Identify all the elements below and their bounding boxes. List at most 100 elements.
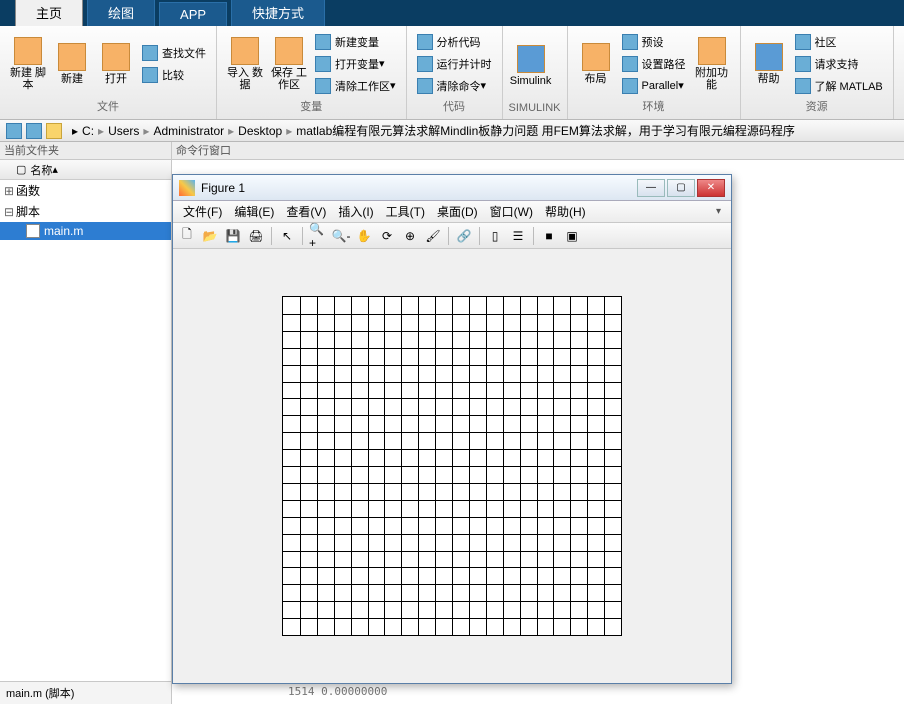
help-button[interactable]: 帮助 bbox=[747, 30, 791, 97]
matlab-logo-icon bbox=[179, 180, 195, 196]
menu-insert[interactable]: 插入(I) bbox=[338, 203, 373, 220]
colorbar-icon[interactable]: ▯ bbox=[485, 226, 505, 246]
find-files-button[interactable]: 查找文件 bbox=[138, 42, 210, 64]
compare-icon bbox=[142, 67, 158, 83]
menu-view[interactable]: 查看(V) bbox=[286, 203, 326, 220]
menu-file[interactable]: 文件(F) bbox=[183, 203, 222, 220]
tab-home[interactable]: 主页 bbox=[15, 0, 83, 26]
hide-tools-icon[interactable]: ■ bbox=[539, 226, 559, 246]
output-line: 1514 0.00000000 bbox=[288, 685, 387, 698]
new-variable-button[interactable]: 新建变量 bbox=[311, 31, 400, 53]
simulink-group-label: SIMULINK bbox=[509, 101, 561, 115]
ribbon-toolbar: 新建 脚本 新建 打开 查找文件 比较 文件 导入 数据 保存 工作区 新建变量… bbox=[0, 26, 904, 120]
figure-titlebar[interactable]: Figure 1 — ▢ ✕ bbox=[173, 175, 731, 201]
open-button[interactable]: 打开 bbox=[94, 30, 138, 97]
new-script-icon bbox=[14, 37, 42, 65]
plot-axes[interactable] bbox=[173, 249, 731, 683]
open-figure-icon[interactable]: 📂 bbox=[200, 226, 220, 246]
current-folder-label: 当前文件夹 bbox=[0, 142, 172, 159]
tree-folder-functions[interactable]: ⊞函数 bbox=[0, 180, 171, 201]
zoom-in-icon[interactable]: 🔍+ bbox=[308, 226, 328, 246]
new-script-button[interactable]: 新建 脚本 bbox=[6, 30, 50, 97]
up-icon[interactable] bbox=[46, 123, 62, 139]
brush-icon[interactable]: 🖌 bbox=[423, 226, 443, 246]
print-icon[interactable]: 🖨 bbox=[246, 226, 266, 246]
zoom-out-icon[interactable]: 🔍- bbox=[331, 226, 351, 246]
layout-icon bbox=[582, 43, 610, 71]
figure-title: Figure 1 bbox=[201, 181, 637, 195]
learn-icon bbox=[795, 78, 811, 94]
minimize-button[interactable]: — bbox=[637, 179, 665, 197]
figure-menubar: 文件(F) 编辑(E) 查看(V) 插入(I) 工具(T) 桌面(D) 窗口(W… bbox=[173, 201, 731, 223]
menu-tools[interactable]: 工具(T) bbox=[386, 203, 425, 220]
import-data-button[interactable]: 导入 数据 bbox=[223, 30, 267, 97]
tree-folder-scripts[interactable]: ⊟脚本 bbox=[0, 201, 171, 222]
eraser-icon bbox=[315, 78, 331, 94]
show-tools-icon[interactable]: ▣ bbox=[562, 226, 582, 246]
eraser-icon bbox=[417, 78, 433, 94]
save-workspace-button[interactable]: 保存 工作区 bbox=[267, 30, 311, 97]
address-toolbar: ▸ C:▸ Users▸ Administrator▸ Desktop▸ mat… bbox=[0, 120, 904, 142]
tab-plots[interactable]: 绘图 bbox=[87, 0, 155, 26]
compare-button[interactable]: 比较 bbox=[138, 64, 210, 86]
menu-overflow-icon[interactable]: ▾ bbox=[716, 206, 721, 217]
file-group-label: 文件 bbox=[6, 97, 210, 115]
folder-open-icon bbox=[102, 43, 130, 71]
pointer-icon[interactable]: ↖ bbox=[277, 226, 297, 246]
menu-edit[interactable]: 编辑(E) bbox=[234, 203, 274, 220]
search-icon bbox=[142, 45, 158, 61]
command-window-label: 命令行窗口 bbox=[172, 142, 904, 159]
simulink-button[interactable]: Simulink bbox=[509, 30, 553, 101]
new-button[interactable]: 新建 bbox=[50, 30, 94, 97]
clear-commands-button[interactable]: 清除命令 ▾ bbox=[413, 75, 496, 97]
addon-icon bbox=[698, 37, 726, 65]
learn-matlab-button[interactable]: 了解 MATLAB bbox=[791, 75, 887, 97]
addons-button[interactable]: 附加功能 bbox=[690, 30, 734, 97]
pan-icon[interactable]: ✋ bbox=[354, 226, 374, 246]
analyze-code-button[interactable]: 分析代码 bbox=[413, 31, 496, 53]
layout-button[interactable]: 布局 bbox=[574, 30, 618, 97]
parallel-button[interactable]: Parallel ▾ bbox=[618, 75, 690, 97]
tab-apps[interactable]: APP bbox=[159, 2, 227, 26]
var-group-label: 变量 bbox=[223, 97, 400, 115]
open-variable-button[interactable]: 打开变量 ▾ bbox=[311, 53, 400, 75]
env-group-label: 环境 bbox=[574, 97, 734, 115]
community-button[interactable]: 社区 bbox=[791, 31, 887, 53]
current-folder-panel: ▢ 名称 ▴ ⊞函数 ⊟脚本 main.m main.m (脚本) bbox=[0, 160, 172, 704]
legend-icon[interactable]: ☰ bbox=[508, 226, 528, 246]
import-icon bbox=[231, 37, 259, 65]
figure-toolbar: 🗋 📂 💾 🖨 ↖ 🔍+ 🔍- ✋ ⟳ ⊕ 🖌 🔗 ▯ ☰ ■ ▣ bbox=[173, 223, 731, 249]
mfile-icon bbox=[26, 224, 40, 238]
file-main-m[interactable]: main.m bbox=[0, 222, 171, 240]
path-icon bbox=[622, 56, 638, 72]
rotate-icon[interactable]: ⟳ bbox=[377, 226, 397, 246]
code-group-label: 代码 bbox=[413, 97, 496, 115]
link-icon[interactable]: 🔗 bbox=[454, 226, 474, 246]
new-figure-icon[interactable]: 🗋 bbox=[177, 226, 197, 246]
request-support-button[interactable]: 请求支持 bbox=[791, 53, 887, 75]
clear-workspace-button[interactable]: 清除工作区 ▾ bbox=[311, 75, 400, 97]
menu-window[interactable]: 窗口(W) bbox=[490, 203, 533, 220]
save-figure-icon[interactable]: 💾 bbox=[223, 226, 243, 246]
figure-window[interactable]: Figure 1 — ▢ ✕ 文件(F) 编辑(E) 查看(V) 插入(I) 工… bbox=[172, 174, 732, 684]
analyze-icon bbox=[417, 34, 433, 50]
parallel-icon bbox=[622, 78, 638, 94]
plus-icon bbox=[58, 43, 86, 71]
set-path-button[interactable]: 设置路径 bbox=[618, 53, 690, 75]
preferences-button[interactable]: 预设 bbox=[618, 31, 690, 53]
gear-icon bbox=[622, 34, 638, 50]
var-new-icon bbox=[315, 34, 331, 50]
data-cursor-icon[interactable]: ⊕ bbox=[400, 226, 420, 246]
forward-icon[interactable] bbox=[26, 123, 42, 139]
menu-desktop[interactable]: 桌面(D) bbox=[437, 203, 478, 220]
back-icon[interactable] bbox=[6, 123, 22, 139]
run-and-time-button[interactable]: 运行并计时 bbox=[413, 53, 496, 75]
people-icon bbox=[795, 34, 811, 50]
breadcrumb[interactable]: ▸ C:▸ Users▸ Administrator▸ Desktop▸ mat… bbox=[70, 122, 797, 139]
name-column-header[interactable]: ▢ 名称 ▴ bbox=[0, 160, 171, 180]
maximize-button[interactable]: ▢ bbox=[667, 179, 695, 197]
var-open-icon bbox=[315, 56, 331, 72]
menu-help[interactable]: 帮助(H) bbox=[545, 203, 586, 220]
close-button[interactable]: ✕ bbox=[697, 179, 725, 197]
tab-shortcuts[interactable]: 快捷方式 bbox=[231, 0, 325, 26]
